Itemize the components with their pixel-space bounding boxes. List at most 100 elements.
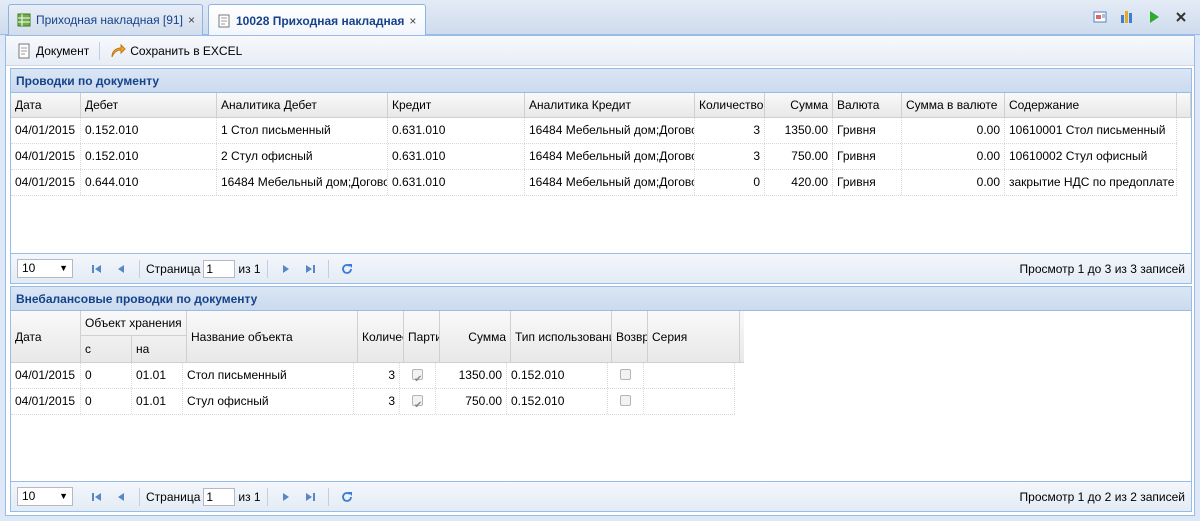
last-page-button[interactable] bbox=[298, 259, 322, 279]
return-checkbox[interactable] bbox=[620, 369, 631, 381]
tab-invoice-list[interactable]: Приходная накладная [91] × bbox=[8, 4, 203, 35]
cell-currency-sum: 0.00 bbox=[902, 118, 1005, 143]
last-page-button[interactable] bbox=[298, 487, 322, 507]
cell-sum: 750.00 bbox=[765, 144, 833, 169]
column-header[interactable]: Количество bbox=[695, 93, 765, 117]
column-header[interactable]: Дата bbox=[11, 311, 81, 362]
column-header[interactable]: Аналитика Кредит bbox=[525, 93, 695, 117]
run-button[interactable] bbox=[1140, 6, 1167, 28]
first-page-button[interactable] bbox=[85, 259, 109, 279]
cell-date: 04/01/2015 bbox=[11, 363, 81, 388]
column-header[interactable]: Название объекта bbox=[187, 311, 358, 362]
column-header[interactable]: Партия bbox=[404, 311, 440, 362]
close-all-button[interactable] bbox=[1167, 6, 1194, 28]
column-header[interactable]: Дата bbox=[11, 93, 81, 117]
cell-debit-analytics: 2 Стул офисный bbox=[217, 144, 388, 169]
column-header[interactable]: Кредит bbox=[388, 93, 525, 117]
page-input[interactable]: 1 bbox=[203, 259, 236, 278]
table-row[interactable]: 04/01/2015 0.152.010 1 Стол письменный 0… bbox=[11, 118, 1177, 144]
cell-date: 04/01/2015 bbox=[11, 144, 81, 169]
save-excel-button[interactable]: Сохранить в EXCEL bbox=[106, 40, 246, 62]
cell-currency: Гривня bbox=[833, 118, 902, 143]
first-page-icon bbox=[92, 264, 101, 273]
column-header[interactable]: Количество bbox=[358, 311, 404, 362]
close-icon[interactable]: × bbox=[188, 13, 195, 27]
cell-return bbox=[608, 363, 644, 388]
cell-debit: 0.152.010 bbox=[81, 144, 217, 169]
postings-grid: Проводки по документу Дата Дебет Аналити… bbox=[10, 68, 1192, 284]
pager-separator bbox=[266, 259, 268, 278]
cell-sum: 1350.00 bbox=[765, 118, 833, 143]
table-row[interactable]: 04/01/2015 0 01.01 Стул офисный 3 750.00… bbox=[11, 389, 735, 415]
cell-usage-type: 0.152.010 bbox=[507, 389, 608, 414]
page-size-select[interactable]: 10 ▼ bbox=[17, 259, 73, 278]
column-header[interactable]: Валюта bbox=[833, 93, 902, 117]
prev-page-button[interactable] bbox=[109, 487, 133, 507]
last-page-icon bbox=[305, 264, 315, 273]
column-header[interactable]: Сумма в валюте bbox=[902, 93, 1005, 117]
refresh-button[interactable] bbox=[335, 487, 359, 507]
pager-info: Просмотр 1 до 2 из 2 записей bbox=[1019, 490, 1185, 504]
cell-to: 01.01 bbox=[132, 389, 183, 414]
cell-series bbox=[644, 363, 735, 388]
pager-separator bbox=[266, 487, 268, 506]
page-input[interactable]: 1 bbox=[203, 487, 236, 506]
postings-grid-title: Проводки по документу bbox=[11, 69, 1191, 93]
column-header[interactable]: Дебет bbox=[81, 93, 217, 117]
tab-invoice-detail[interactable]: 10028 Приходная накладная × bbox=[208, 4, 426, 36]
cell-credit-analytics: 16484 Мебельный дом;Договор bbox=[525, 170, 695, 195]
cell-object-name: Стул офисный bbox=[183, 389, 354, 414]
document-panel: Документ Сохранить в EXCEL Проводки по д… bbox=[5, 35, 1195, 516]
table-row[interactable]: 04/01/2015 0.152.010 2 Стул офисный 0.63… bbox=[11, 144, 1177, 170]
close-icon[interactable]: × bbox=[409, 14, 416, 28]
column-header[interactable]: с bbox=[81, 336, 132, 362]
prev-page-icon bbox=[118, 492, 124, 501]
refresh-icon bbox=[341, 491, 352, 502]
cell-date: 04/01/2015 bbox=[11, 170, 81, 195]
column-header[interactable]: Сумма bbox=[765, 93, 833, 117]
document-icon bbox=[218, 14, 230, 27]
next-page-icon bbox=[282, 492, 289, 501]
column-header[interactable]: Серия bbox=[648, 311, 740, 362]
next-page-button[interactable] bbox=[274, 487, 298, 507]
cell-currency: Гривня bbox=[833, 144, 902, 169]
chart-button[interactable] bbox=[1113, 6, 1140, 28]
cell-from: 0 bbox=[81, 363, 132, 388]
refresh-button[interactable] bbox=[335, 259, 359, 279]
tab-bar: Приходная накладная [91] × 10028 Приходн… bbox=[0, 0, 1200, 36]
party-checkbox[interactable] bbox=[412, 393, 423, 414]
column-header[interactable]: на bbox=[132, 336, 187, 362]
page-size-select[interactable]: 10 ▼ bbox=[17, 487, 73, 506]
cell-credit: 0.631.010 bbox=[388, 170, 525, 195]
party-checkbox[interactable] bbox=[412, 367, 423, 388]
cell-from: 0 bbox=[81, 389, 132, 414]
first-page-button[interactable] bbox=[85, 487, 109, 507]
cell-to: 01.01 bbox=[132, 363, 183, 388]
report-button[interactable] bbox=[1086, 6, 1113, 28]
next-page-button[interactable] bbox=[274, 259, 298, 279]
table-row[interactable]: 04/01/2015 0.644.010 16484 Мебельный дом… bbox=[11, 170, 1177, 196]
cell-quantity: 0 bbox=[695, 170, 765, 195]
cell-content: закрытие НДС по предоплате bbox=[1005, 170, 1177, 195]
column-header[interactable]: Возврат bbox=[612, 311, 648, 362]
cell-credit: 0.631.010 bbox=[388, 144, 525, 169]
return-checkbox[interactable] bbox=[620, 395, 631, 407]
offbalance-grid-header: Дата Объект хранения с на Название объек… bbox=[11, 311, 744, 363]
postings-grid-body: 04/01/2015 0.152.010 1 Стол письменный 0… bbox=[11, 118, 1191, 252]
cell-debit: 0.152.010 bbox=[81, 118, 217, 143]
column-header[interactable]: Тип использования bbox=[511, 311, 612, 362]
document-button[interactable]: Документ bbox=[12, 40, 93, 62]
cell-sum: 1350.00 bbox=[436, 363, 507, 388]
table-row[interactable]: 04/01/2015 0 01.01 Стол письменный 3 135… bbox=[11, 363, 735, 389]
page-size-value: 10 bbox=[22, 261, 36, 275]
document-icon bbox=[18, 43, 30, 58]
save-excel-label: Сохранить в EXCEL bbox=[130, 43, 243, 58]
cell-credit-analytics: 16484 Мебельный дом;Договор bbox=[525, 144, 695, 169]
offbalance-grid: Внебалансовые проводки по документу Дата… bbox=[10, 286, 1192, 512]
cell-series bbox=[644, 389, 735, 414]
prev-page-button[interactable] bbox=[109, 259, 133, 279]
column-header[interactable]: Сумма bbox=[440, 311, 511, 362]
column-header[interactable]: Аналитика Дебет bbox=[217, 93, 388, 117]
toolbar-separator bbox=[99, 41, 101, 60]
column-header[interactable]: Содержание bbox=[1005, 93, 1177, 117]
